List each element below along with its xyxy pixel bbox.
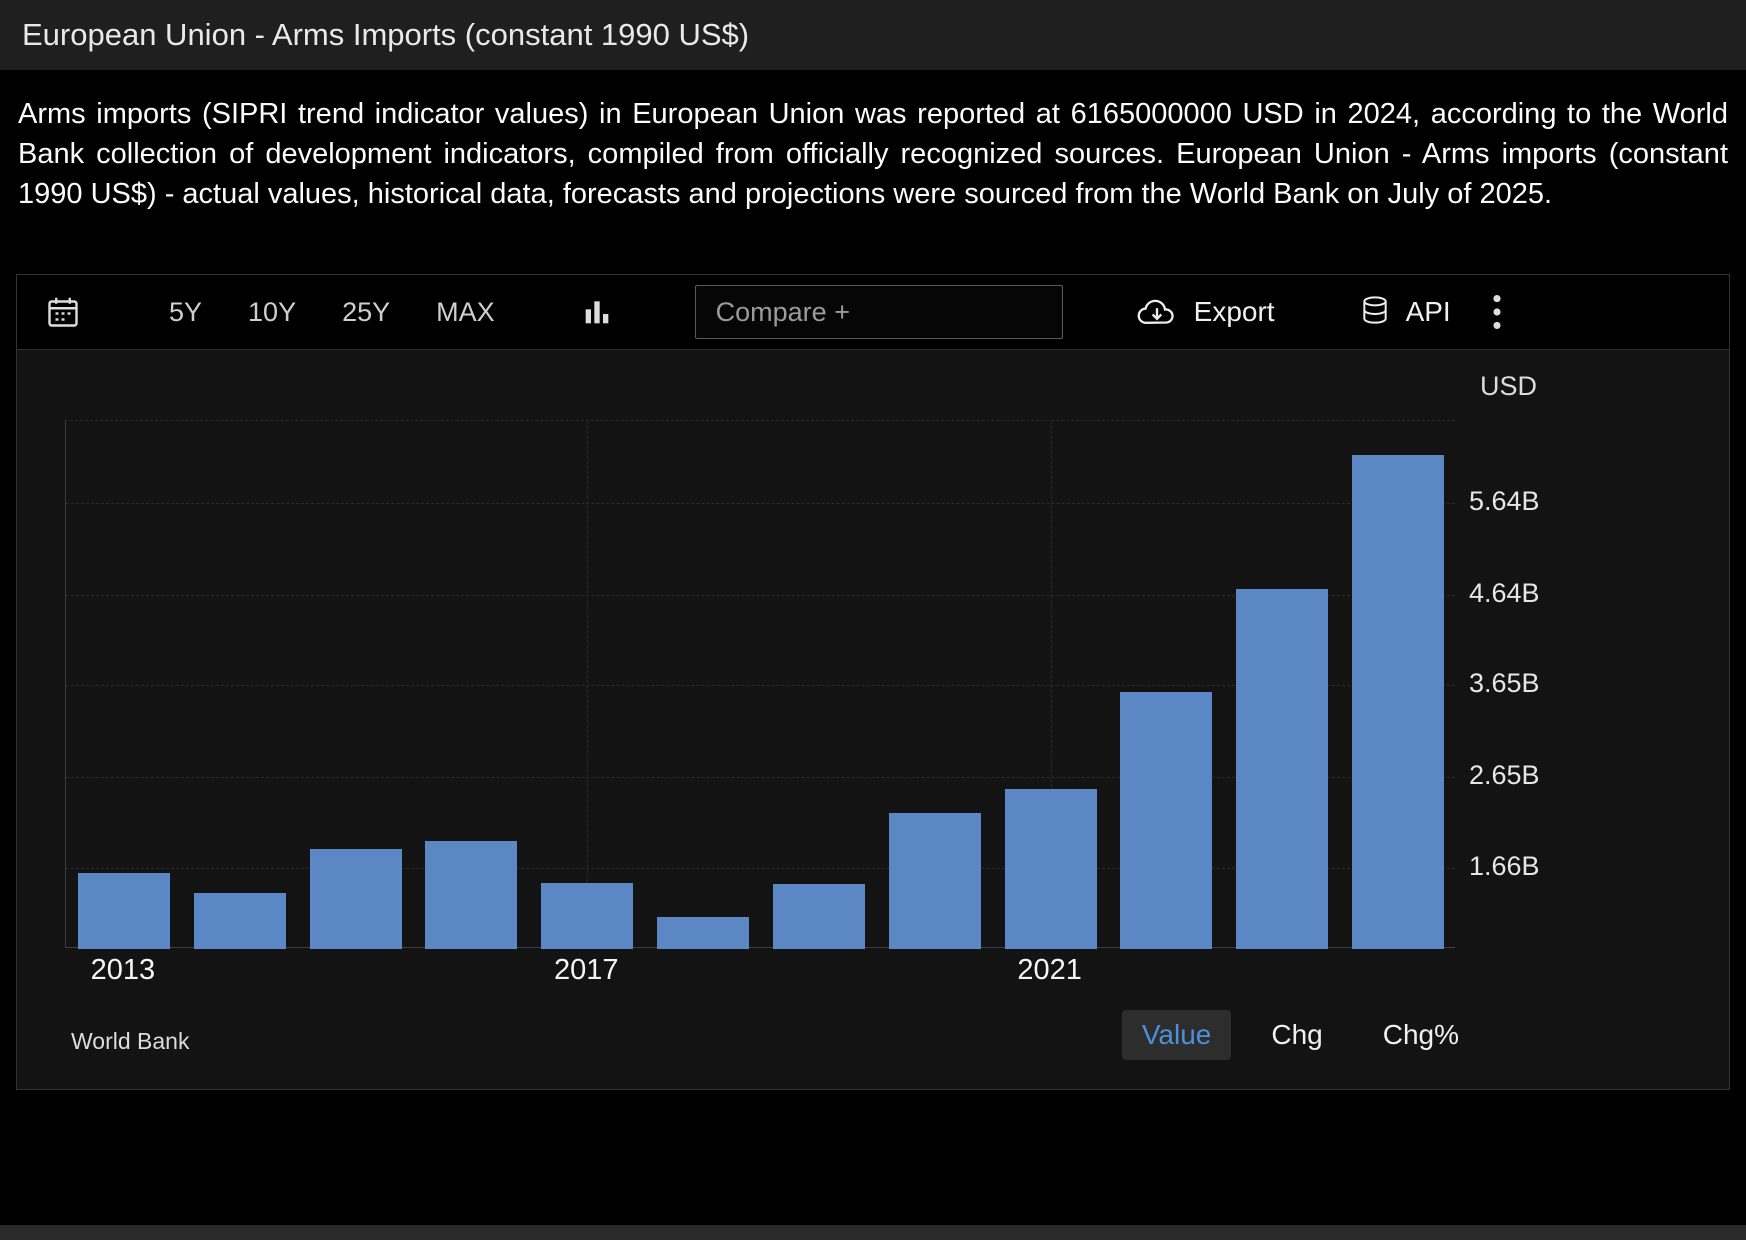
mode-selector: Value Chg Chg%	[1121, 1010, 1479, 1060]
y-axis-tick-label: 2.65B	[1469, 760, 1540, 791]
bar-2015[interactable]	[309, 848, 402, 949]
page-title: European Union - Arms Imports (constant …	[22, 17, 750, 52]
x-axis-tick-label: 2021	[1017, 954, 1082, 986]
bar-2022[interactable]	[1120, 691, 1213, 949]
gridline-vertical	[587, 421, 589, 947]
y-axis-tick-label: 4.64B	[1469, 577, 1540, 608]
range-button-10y[interactable]: 10Y	[234, 291, 310, 334]
mode-button-chg-pct[interactable]: Chg%	[1363, 1010, 1479, 1060]
source-label: World Bank	[71, 1028, 190, 1054]
plot-area	[65, 420, 1455, 949]
range-button-25y[interactable]: 25Y	[328, 291, 404, 334]
bar-2016[interactable]	[425, 840, 518, 949]
y-axis-unit-label: USD	[1480, 371, 1538, 401]
more-options-button[interactable]	[1491, 293, 1503, 331]
page-header: European Union - Arms Imports (constant …	[0, 0, 1746, 70]
bar-2021[interactable]	[1004, 789, 1097, 949]
bar-2013[interactable]	[77, 872, 170, 949]
api-button[interactable]: API	[1359, 294, 1451, 330]
y-axis-tick-label: 1.66B	[1469, 851, 1540, 882]
x-axis-tick-label: 2017	[553, 954, 619, 986]
chart-section: USD World Bank Value Chg Chg% 1.66B 2.65B…	[17, 349, 1729, 1089]
bar-2024[interactable]	[1352, 454, 1445, 949]
bar-chart-icon	[581, 296, 613, 328]
bar-2020[interactable]	[888, 813, 981, 949]
chart-panel: 5Y 10Y 25Y MAX Export	[16, 274, 1730, 1090]
range-selector: 5Y 10Y 25Y MAX	[137, 291, 509, 334]
api-label: API	[1405, 296, 1451, 327]
export-label: Export	[1193, 296, 1275, 327]
mode-button-chg[interactable]: Chg	[1251, 1010, 1342, 1060]
export-button[interactable]: Export	[1135, 295, 1275, 329]
calendar-button[interactable]	[45, 294, 81, 330]
bar-2018[interactable]	[657, 916, 750, 949]
calendar-icon	[45, 294, 81, 330]
range-button-5y[interactable]: 5Y	[155, 291, 216, 334]
compare-input[interactable]	[694, 285, 1063, 339]
kebab-menu-icon	[1491, 293, 1503, 331]
bar-2014[interactable]	[193, 892, 286, 949]
y-axis-tick-label: 5.64B	[1469, 485, 1540, 516]
gridline-horizontal	[66, 502, 1455, 504]
y-axis-tick-label: 3.65B	[1469, 668, 1540, 699]
chart-toolbar: 5Y 10Y 25Y MAX Export	[17, 275, 1729, 349]
footer-strip	[0, 1225, 1746, 1240]
bar-2023[interactable]	[1236, 589, 1329, 949]
cloud-download-icon	[1135, 295, 1179, 329]
mode-button-value[interactable]: Value	[1121, 1010, 1232, 1060]
bar-2017[interactable]	[541, 882, 634, 949]
chart-type-button[interactable]	[581, 296, 613, 328]
description-text: Arms imports (SIPRI trend indicator valu…	[18, 98, 1728, 210]
database-icon	[1359, 294, 1391, 330]
range-button-max[interactable]: MAX	[422, 291, 509, 334]
x-axis-tick-label: 2013	[90, 954, 156, 986]
bar-2019[interactable]	[772, 883, 865, 949]
